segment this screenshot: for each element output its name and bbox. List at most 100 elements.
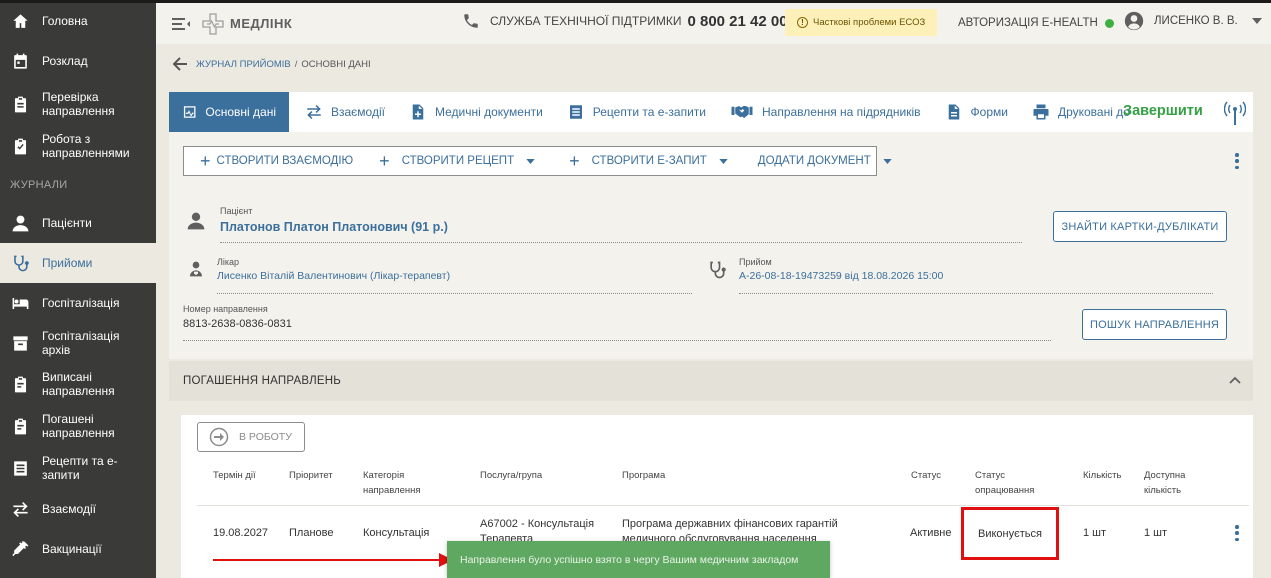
user-name: ЛИСЕНКО В. В. [1154, 15, 1238, 27]
search-referral-button[interactable]: ПОШУК НАПРАВЛЕННЯ [1082, 309, 1227, 340]
doctor-icon [190, 261, 202, 277]
processing-status-highlight: Виконується [961, 507, 1059, 560]
col-header-status: Статус [911, 470, 942, 481]
breadcrumb-current: ОСНОВНІ ДАНІ [301, 58, 371, 70]
sidebar-item-label: Робота з направленнями [42, 132, 130, 160]
sidebar-item-schedule[interactable]: Розклад [0, 39, 156, 83]
syringe-icon [10, 539, 30, 559]
printer-icon [1033, 104, 1049, 120]
phone-icon [464, 14, 478, 28]
sidebar-item-interactions[interactable]: Взаємодії [0, 489, 156, 529]
swap-icon [10, 499, 30, 519]
col-header-service: Послуга/група [480, 470, 543, 481]
visit-tabs: Основні дані Взаємодії Медичні документи… [169, 92, 1253, 132]
action-button-group: + СТВОРИТИ ВЗАЄМОДІЮ + СТВОРИТИ РЕЦЕПТ +… [183, 146, 892, 176]
tab-contractor-referrals[interactable]: Направлення на підрядників [718, 92, 933, 132]
create-interaction-button[interactable]: + СТВОРИТИ ВЗАЄМОДІЮ [184, 152, 359, 170]
chevron-down-icon [526, 158, 535, 164]
sidebar-item-redeemed-referrals[interactable]: Погашені направлення [0, 405, 156, 447]
sidebar-item-home[interactable]: Головна [0, 3, 156, 39]
visit-label: Прийом [739, 257, 772, 267]
doctor-underline [217, 293, 692, 294]
tab-label: Медичні документи [434, 105, 543, 119]
patient-name[interactable]: Платонов Платон Платонович (91 р.) [220, 220, 448, 234]
sidebar-item-referral-check[interactable]: Перевірка направлення [0, 83, 156, 125]
col-header-program: Програма [622, 470, 666, 481]
person-icon [187, 212, 205, 230]
sidebar-item-hospitalization-archive[interactable]: Госпіталізація архів [0, 323, 156, 363]
sidebar-item-referral-work[interactable]: Робота з направленнями [0, 125, 156, 167]
referral-number: 8813-2638-0836-0831 [183, 318, 292, 330]
back-arrow-icon[interactable] [172, 56, 188, 72]
create-request-button[interactable]: + СТВОРИТИ Е-ЗАПИТ [563, 152, 734, 170]
app-logo[interactable]: МЕДЛІНК [202, 12, 293, 35]
menu-toggle-icon[interactable] [172, 17, 190, 31]
cell-quantity: 1 шт [1083, 527, 1107, 539]
sidebar-item-label: Головна [42, 14, 88, 28]
status-dot-icon [1104, 18, 1114, 28]
warning-icon: ! [797, 17, 808, 28]
home-icon [10, 11, 30, 31]
tab-label: Взаємодії [331, 105, 385, 119]
sidebar-item-prescriptions[interactable]: Рецепти та е-запити [0, 447, 156, 489]
document-plus-icon [412, 104, 424, 120]
clipboard-icon [10, 374, 30, 394]
sidebar-item-vaccinations[interactable]: Вакцинації [0, 529, 156, 569]
calendar-icon [10, 51, 30, 71]
button-label: ДОДАТИ ДОКУМЕНТ [757, 155, 871, 167]
sidebar-item-patients[interactable]: Пацієнти [0, 203, 156, 243]
finish-visit-button[interactable]: Завершити [1123, 103, 1203, 119]
chevron-up-icon[interactable] [1229, 376, 1241, 384]
logo-text: МЕДЛІНК [230, 16, 293, 31]
cell-category: Консультація [363, 527, 430, 539]
list-icon [10, 458, 30, 478]
sidebar-item-hospitalization[interactable]: Госпіталізація [0, 283, 156, 323]
sidebar-section-journals: ЖУРНАЛИ [10, 179, 68, 191]
sidebar-item-visits[interactable]: Прийоми [0, 243, 156, 283]
col-header-priority: Пріоритет [289, 470, 333, 481]
referral-number-label: Номер направлення [183, 304, 268, 314]
plus-icon: + [569, 151, 580, 171]
top-header: МЕДЛІНК СЛУЖБА ТЕХНІЧНОЇ ПІДТРИМКИ 0 800… [156, 0, 1271, 44]
broadcast-signal-icon[interactable] [1224, 101, 1246, 125]
tab-printed-documents[interactable]: Друковані до [1020, 92, 1130, 132]
col-header-category: Категорія направлення [363, 470, 421, 496]
button-label: СТВОРИТИ Е-ЗАПИТ [591, 155, 707, 167]
stethoscope-icon [10, 253, 30, 273]
breadcrumb-separator: / [294, 58, 298, 70]
support-label: СЛУЖБА ТЕХНІЧНОЇ ПІДТРИМКИ [490, 14, 682, 28]
add-document-button[interactable]: ДОДАТИ ДОКУМЕНТ [752, 155, 898, 167]
referral-redemption-header[interactable]: ПОГАШЕННЯ НАПРАВЛЕНЬ [169, 361, 1253, 401]
tab-forms[interactable]: Форми [933, 92, 1020, 132]
tab-medical-documents[interactable]: Медичні документи [397, 92, 555, 132]
user-menu[interactable]: ЛИСЕНКО В. В. [1124, 11, 1262, 31]
ehealth-auth-status[interactable]: АВТОРИЗАЦІЯ E-HEALTH [958, 17, 1114, 29]
tab-main-data[interactable]: Основні дані [169, 92, 289, 132]
breadcrumb-link-visits[interactable]: ЖУРНАЛ ПРИЙОМІВ [196, 59, 291, 70]
cell-processing-status: Виконується [978, 527, 1042, 540]
cell-status: Активне [910, 527, 952, 539]
doctor-label: Лікар [217, 257, 240, 267]
more-options-icon[interactable] [1235, 153, 1239, 169]
sidebar-item-issued-referrals[interactable]: Виписані направлення [0, 363, 156, 405]
tab-label: Друковані до [1057, 105, 1130, 119]
handshake-icon [731, 106, 753, 118]
arrow-circle-right-icon [209, 427, 229, 447]
medical-cross-logo-icon [202, 12, 224, 35]
tab-prescriptions[interactable]: Рецепти та е-запити [555, 92, 718, 132]
row-more-options-icon[interactable] [1235, 525, 1239, 541]
chevron-down-icon [883, 158, 892, 164]
sidebar-item-label: Прийоми [42, 256, 93, 270]
col-header-term: Термін дії [213, 470, 256, 481]
create-recipe-button[interactable]: + СТВОРИТИ РЕЦЕПТ [373, 152, 541, 170]
chevron-down-icon [719, 158, 728, 164]
cell-available-quantity: 1 шт [1144, 527, 1168, 539]
tab-interactions[interactable]: Взаємодії [293, 92, 397, 132]
to-work-button[interactable]: В РОБОТУ [197, 422, 305, 452]
find-duplicates-button[interactable]: ЗНАЙТИ КАРТКИ-ДУБЛІКАТИ [1053, 211, 1227, 242]
esoz-warning-badge[interactable]: ! Часткові проблеми ЕСОЗ [785, 9, 938, 36]
chevron-down-icon [1251, 18, 1262, 24]
patient-label: Пацієнт [220, 206, 253, 216]
success-toast[interactable]: Направлення було успішно взято в чергу В… [447, 541, 830, 578]
action-bar: + СТВОРИТИ ВЗАЄМОДІЮ + СТВОРИТИ РЕЦЕПТ +… [169, 132, 1253, 187]
